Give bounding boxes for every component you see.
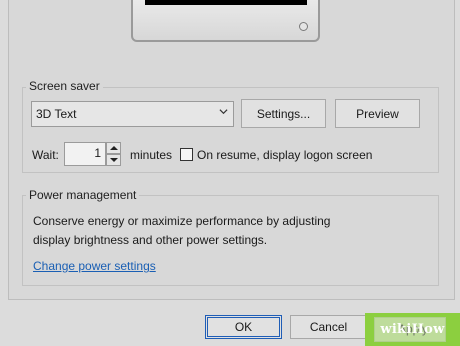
resume-logon-label[interactable]: On resume, display logon screen: [197, 148, 372, 162]
chevron-up-icon: [110, 146, 118, 150]
wikihow-watermark: Apply wikiHow: [365, 313, 460, 346]
screen-saver-settings-dialog: Screen saver 3D Text Settings... Preview…: [0, 0, 460, 346]
chevron-down-icon: [110, 158, 118, 162]
screen-saver-group-label: Screen saver: [26, 79, 103, 93]
resume-logon-checkbox[interactable]: [180, 148, 193, 161]
preview-button[interactable]: Preview: [335, 99, 420, 128]
power-description-line-2: display brightness and other power setti…: [33, 233, 268, 247]
wait-increment-button[interactable]: [106, 142, 121, 154]
monitor-screen: [145, 0, 307, 5]
screen-saver-selected-value: 3D Text: [36, 107, 77, 121]
settings-button[interactable]: Settings...: [241, 99, 326, 128]
wait-minutes-input[interactable]: 1: [64, 142, 106, 166]
ok-button[interactable]: OK: [205, 315, 282, 339]
wait-decrement-button[interactable]: [106, 154, 121, 166]
wikihow-logo-text: wikiHow: [380, 322, 445, 337]
minutes-label: minutes: [130, 148, 173, 162]
cancel-button[interactable]: Cancel: [290, 315, 367, 339]
change-power-settings-link[interactable]: Change power settings: [33, 259, 156, 273]
power-description-line-1: Conserve energy or maximize performance …: [33, 214, 331, 228]
wait-label: Wait:: [32, 148, 59, 162]
screen-saver-select[interactable]: 3D Text: [31, 101, 234, 127]
monitor-preview: [131, 0, 320, 42]
monitor-power-led-icon: [299, 22, 308, 31]
power-management-group-label: Power management: [26, 188, 140, 202]
chevron-down-icon: [219, 109, 228, 115]
